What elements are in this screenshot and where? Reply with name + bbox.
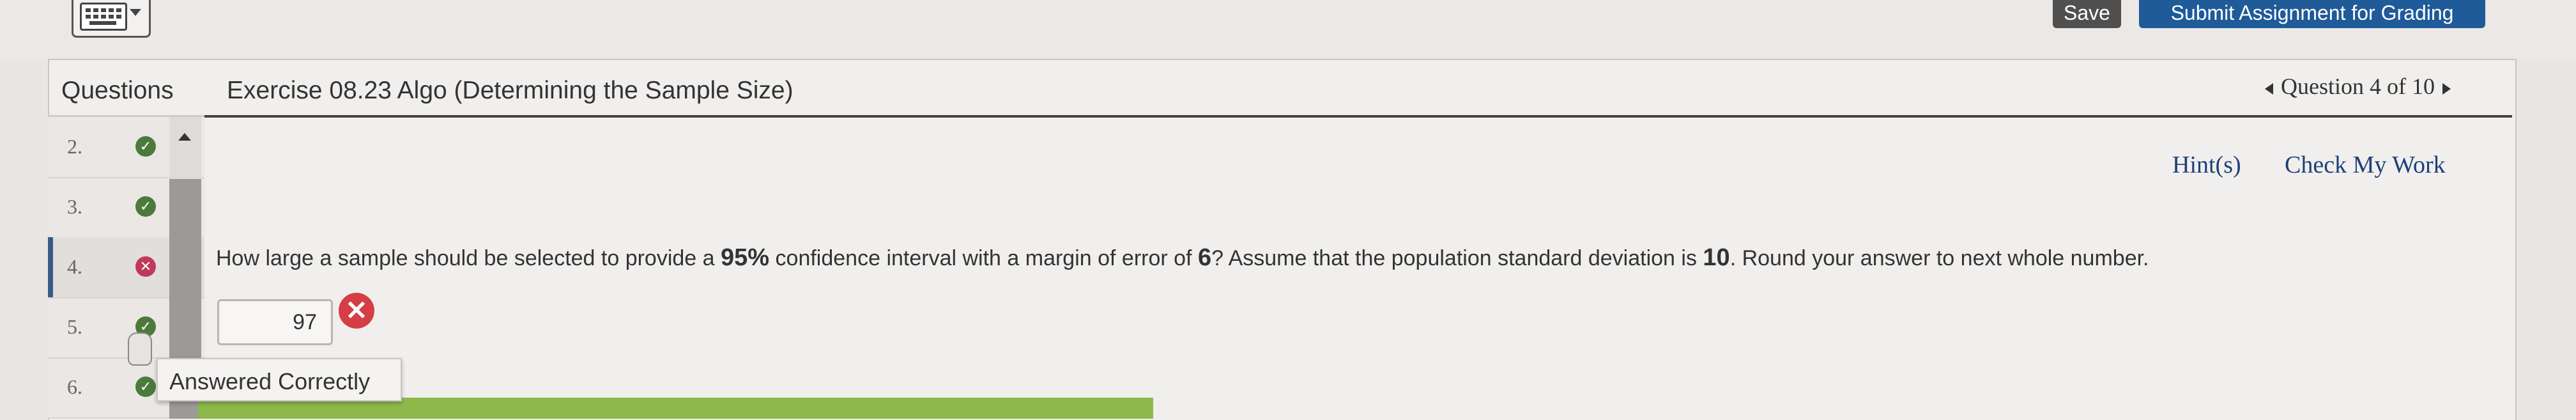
question-number: 5. [67,315,82,338]
question-text-segment: . Round your answer to next whole number… [1729,246,2149,270]
answer-value: 97 [293,310,317,334]
hand-cursor-icon [128,332,152,366]
question-number: 3. [67,195,82,218]
question-text-segment: confidence interval with a margin of err… [769,246,1198,270]
keyboard-icon [80,3,127,31]
save-button[interactable]: Save [2053,0,2121,28]
hints-link[interactable]: Hint(s) [2172,151,2241,179]
question-number: 6. [67,375,82,398]
margin-of-error: 6 [1197,244,1212,271]
scroll-up-icon[interactable] [178,133,191,141]
question-navigator: Question 4 of 10 [2265,73,2451,100]
next-question-icon[interactable] [2442,82,2451,95]
confidence-level: 95% [721,244,770,271]
check-circle-icon: ✓ [135,136,156,157]
tooltip-text: Answered Correctly [169,368,371,394]
status-tooltip: Answered Correctly [157,358,402,401]
question-text-segment: How large a sample should be selected to… [216,246,721,270]
incorrect-icon: ✕ [339,293,374,329]
check-circle-icon: ✓ [135,377,156,397]
question-text-segment: ? Assume that the population standard de… [1211,246,1703,270]
question-number: 2. [67,135,82,158]
question-prompt: How large a sample should be selected to… [216,244,2149,272]
check-circle-icon: ✓ [135,196,156,217]
submit-assignment-button[interactable]: Submit Assignment for Grading [2139,0,2485,28]
top-toolbar: Save Submit Assignment for Grading [0,0,2576,59]
previous-question-icon[interactable] [2265,82,2273,95]
answer-input[interactable]: 97 [217,299,333,345]
assignment-panel [48,59,2517,420]
header-divider [204,115,2512,118]
question-position: Question 4 of 10 [2281,74,2435,99]
check-my-work-link[interactable]: Check My Work [2285,151,2446,179]
question-number: 4. [67,255,82,278]
current-indicator [48,237,53,297]
incorrect-circle-icon: ✕ [135,256,156,277]
standard-deviation: 10 [1703,244,1730,271]
keyboard-menu-button[interactable] [72,0,151,38]
exercise-title: Exercise 08.23 Algo (Determining the Sam… [227,77,793,104]
questions-heading: Questions [61,77,174,104]
chevron-down-icon [130,9,141,16]
